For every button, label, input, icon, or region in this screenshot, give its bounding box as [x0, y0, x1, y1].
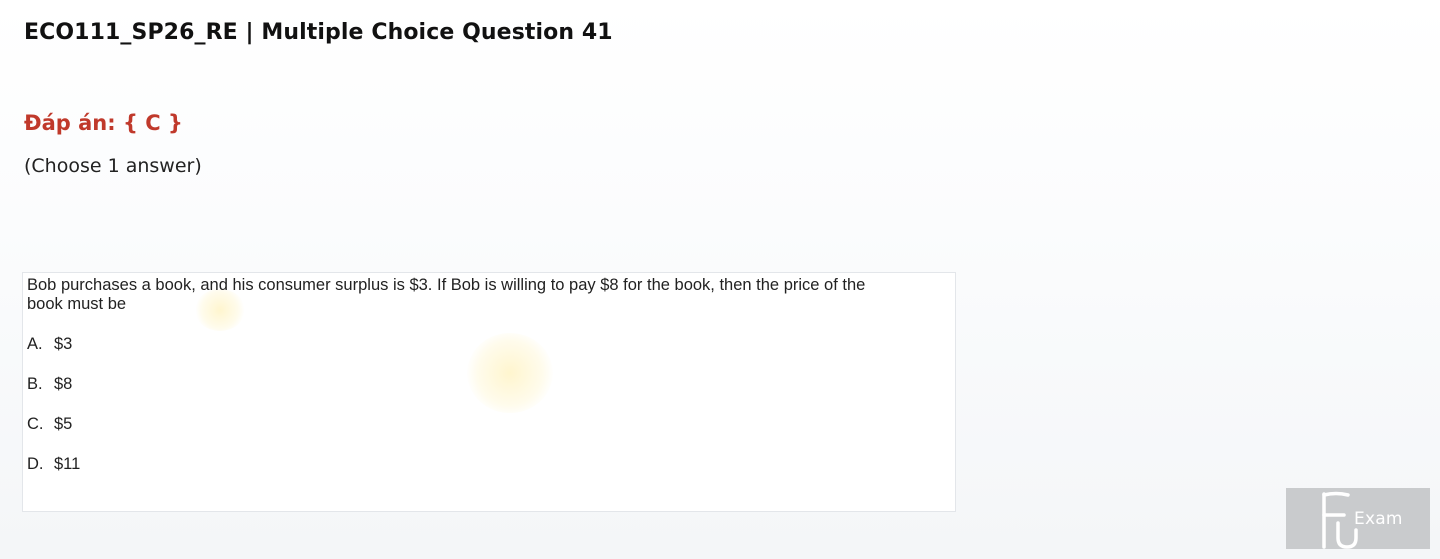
- option-text: $11: [54, 455, 81, 473]
- option-letter: C.: [27, 415, 44, 433]
- choose-instruction: (Choose 1 answer): [24, 155, 202, 177]
- question-text: Bob purchases a book, and his consumer s…: [27, 276, 866, 313]
- fu-exam-logo: Exam: [1286, 488, 1430, 549]
- option-b: B. $8: [27, 374, 72, 394]
- option-letter: B.: [27, 375, 43, 393]
- option-c: C. $5: [27, 414, 72, 434]
- option-text: $3: [54, 335, 73, 353]
- watermark-blob-large: [467, 333, 553, 413]
- option-text: $8: [54, 375, 73, 393]
- question-image: Bob purchases a book, and his consumer s…: [22, 272, 956, 512]
- page-title: ECO111_SP26_RE | Multiple Choice Questio…: [24, 20, 613, 45]
- logo-text: Exam: [1354, 509, 1403, 529]
- answer-label: Đáp án: { C }: [24, 111, 183, 135]
- option-letter: D.: [27, 455, 44, 473]
- option-a: A. $3: [27, 334, 72, 354]
- option-letter: A.: [27, 335, 43, 353]
- option-text: $5: [54, 415, 73, 433]
- option-d: D. $11: [27, 454, 80, 474]
